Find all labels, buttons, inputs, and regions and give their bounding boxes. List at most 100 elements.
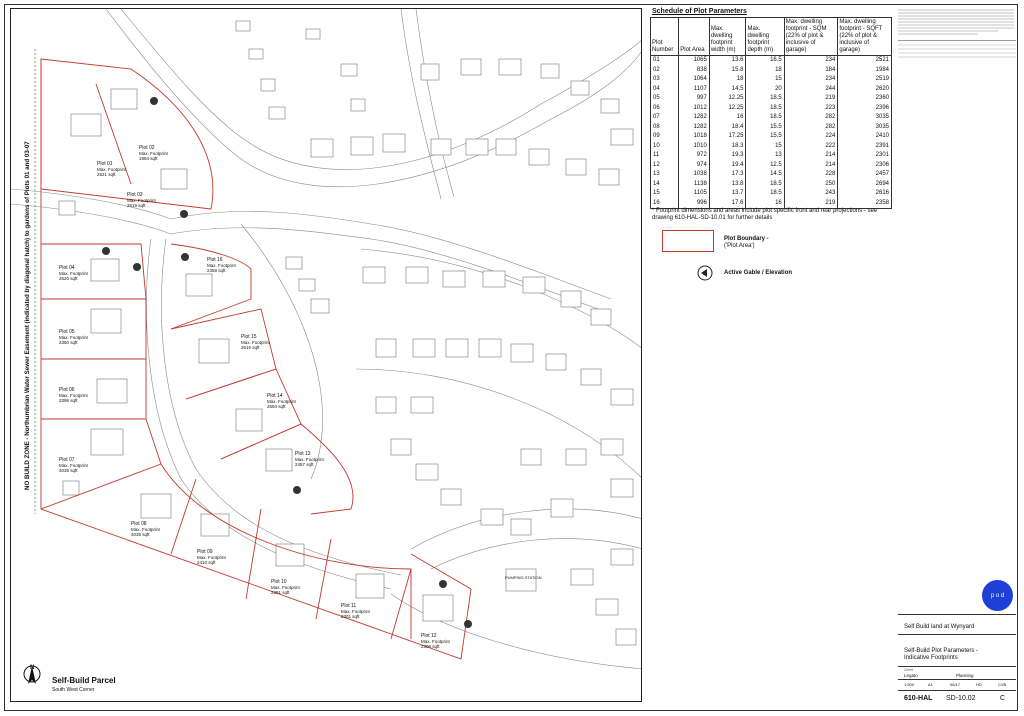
table-cell: 19.3 [708,151,747,161]
table-cell: 17.25 [708,132,747,142]
col-header: Max. dwelling footprint - SQFT (22% of p… [837,17,892,56]
table-cell: 2521 [837,55,892,66]
table-cell: 18.3 [708,141,747,151]
plot-label-12: Plot 12 Max. Footprint 2306 sqft [421,633,450,650]
schedule-title: Schedule of Plot Parameters [652,8,747,15]
map-title: Self-Build Parcel [52,676,116,685]
table-cell: 974 [678,160,710,170]
revision-lines [898,44,1016,58]
plot-boundary-swatch [662,230,714,252]
table-cell: 2620 [837,84,892,94]
legend-boundary-sub: ('Plot Area') [724,243,755,249]
table-cell: 223 [783,103,839,113]
table-cell: 15.5 [745,132,785,142]
table-cell: 14 [649,179,680,189]
table-cell: 18.5 [745,189,785,199]
table-cell: 18.5 [745,94,785,104]
plot-label-06: Plot 06 Max. Footprint 2396 sqft [59,387,88,404]
table-cell: 10 [649,141,680,151]
notes-text-block [898,9,1014,35]
site-plan-map[interactable]: Plot 01 Max. Footprint 2521 sqft Plot 02 Ma… [10,8,642,702]
footprint-note: * Footprint dimensions and areas include… [652,208,878,221]
drawing-title-2: Indicative Footprints [904,655,958,661]
table-cell: 15 [649,189,680,199]
project-name: Self Build land at Wynyard [904,624,975,630]
client-name: Legato [904,673,918,678]
table-cell: 2396 [837,103,892,113]
plot-label-01: Plot 01 Max. Footprint 2521 sqft [97,161,126,178]
table-cell: 3035 [837,122,892,132]
table-cell: 09 [649,132,680,142]
table-cell: 1018 [678,132,710,142]
table-row: 16 996 17.6 16 219 2358 [649,198,892,209]
table-cell: 02 [649,65,680,75]
table-cell: 1138 [678,179,710,189]
table-cell: 2410 [837,132,892,142]
plot-label-03: Plot 03 Max. Footprint 2519 sqft [127,192,156,209]
table-cell: 996 [678,198,710,209]
table-cell: 13 [649,170,680,180]
col-header: Plot Number [649,17,680,56]
table-cell: 18.5 [745,113,785,123]
table-cell: 12.5 [745,160,785,170]
table-cell: 282 [783,113,839,123]
table-cell: 2301 [837,151,892,161]
drawing-status: Planning [956,673,974,678]
table-cell: 2694 [837,179,892,189]
table-cell: 13.6 [708,55,747,66]
col-header: Max. dwelling footprint width (m) [708,17,747,56]
table-cell: 2519 [837,75,892,85]
table-cell: 17.6 [708,198,747,209]
table-cell: 250 [783,179,839,189]
table-cell: 1064 [678,75,710,85]
table-cell: 222 [783,141,839,151]
table-cell: 17.3 [708,170,747,180]
table-cell: 18 [708,75,747,85]
parameters-table: Plot Number Plot Area Max. dwelling foot… [649,17,892,209]
table-row: 08 1282 18.4 15.5 282 3035 [649,122,892,132]
table-cell: 219 [783,198,839,209]
drawn-by: HD [976,682,982,687]
table-row: 14 1138 13.8 18.5 250 2694 [649,179,892,189]
table-cell: 1107 [678,84,710,94]
table-cell: 20 [745,84,785,94]
plot-label-13: Plot 13 Max. Footprint 2457 sqft [295,451,324,468]
table-cell: 1065 [678,55,710,66]
table-cell: 224 [783,132,839,142]
col-header: Max. dwelling footprint depth (m) [745,17,785,56]
table-row: 15 1105 13.7 18.5 243 2616 [649,189,892,199]
table-cell: 2360 [837,94,892,104]
plot-label-15: Plot 15 Max. Footprint 2616 sqft [241,334,270,351]
plot-label-10: Plot 10 Max. Footprint 2391 sqft [271,579,300,596]
table-cell: 11 [649,151,680,161]
col-header: Max. dwelling footprint - SQM (22% of pl… [783,17,839,56]
table-row: 13 1038 17.3 14.5 228 2457 [649,170,892,180]
drawing-title-1: Self-Build Plot Parameters - [904,648,979,654]
table-cell: 2391 [837,141,892,151]
table-cell: 04 [649,84,680,94]
table-cell: 16.5 [745,55,785,66]
table-cell: 234 [783,55,839,66]
table-row: 09 1018 17.25 15.5 224 2410 [649,132,892,142]
plot-label-04: Plot 04 Max. Footprint 2620 sqft [59,265,88,282]
plot-label-05: Plot 05 Max. Footprint 2360 sqft [59,329,88,346]
north-letter: N [30,665,35,671]
drawing-number: SD-10.02 [946,695,976,702]
table-cell: 18 [745,65,785,75]
table-cell: 18.5 [745,103,785,113]
table-cell: 2358 [837,198,892,209]
sheet-size: A1 [928,682,933,687]
table-cell: 05 [649,94,680,104]
table-cell: 15 [745,75,785,85]
table-cell: 972 [678,151,710,161]
table-cell: 2457 [837,170,892,180]
table-row: 07 1282 16 18.5 282 3035 [649,113,892,123]
table-cell: 243 [783,189,839,199]
legend-gable-label: Active Gable / Elevation [724,270,793,276]
job-number: 610-HAL [904,695,933,702]
table-cell: 18.5 [745,179,785,189]
table-cell: 19.4 [708,160,747,170]
table-cell: 13.8 [708,179,747,189]
table-cell: 2616 [837,189,892,199]
table-cell: 12.25 [708,103,747,113]
